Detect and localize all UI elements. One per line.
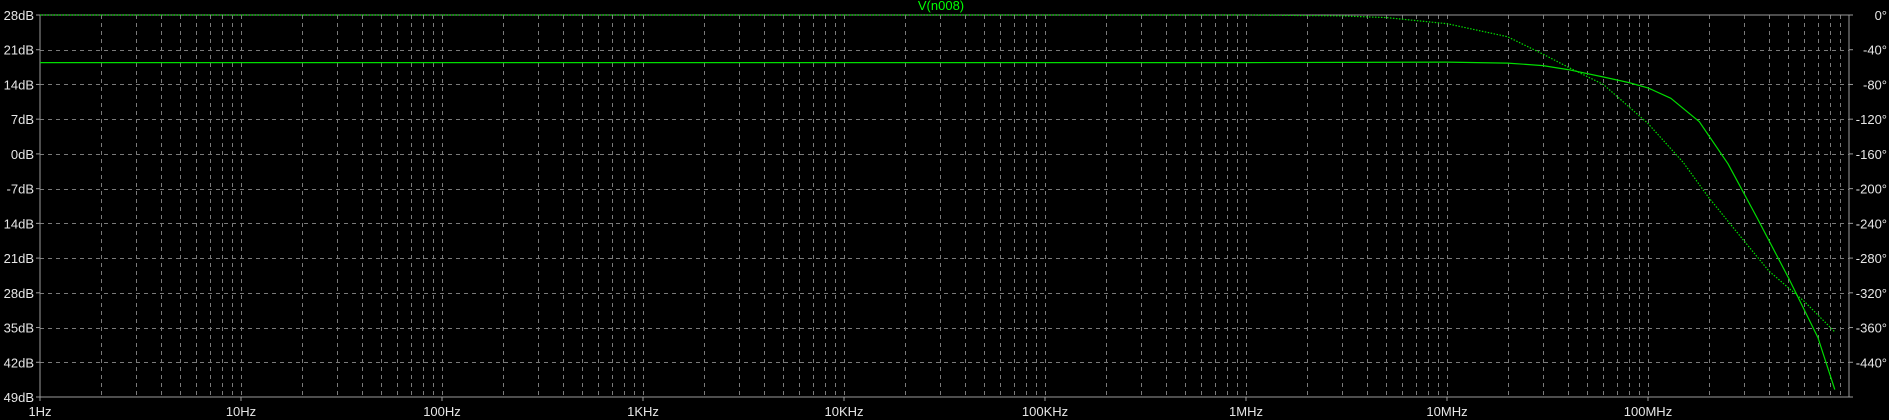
y-left-tick-label: 0dB	[11, 147, 34, 162]
y-left-tick-label: 14dB	[4, 77, 34, 92]
x-tick-label: 100KHz	[1022, 404, 1068, 419]
y-left-tick-label: 28dB	[4, 8, 34, 23]
y-left-tick-label: -7dB	[7, 182, 34, 197]
y-left-tick-label: 49dB	[4, 390, 34, 405]
x-tick-label: 100Hz	[423, 404, 461, 419]
y-right-tick-label: -440°	[1856, 355, 1887, 370]
chart-title[interactable]: V(n008)	[918, 0, 964, 13]
x-tick-label: 10Hz	[226, 404, 256, 419]
y-right-tick-label: 0°	[1875, 8, 1887, 23]
x-tick-label: 100MHz	[1624, 404, 1672, 419]
y-right-tick-label: -200°	[1856, 182, 1887, 197]
y-right-tick-label: -160°	[1856, 147, 1887, 162]
y-right-tick-label: -360°	[1856, 321, 1887, 336]
bode-plot-window: 28dB 21dB 14dB 7dB 0dB -7dB 14dB 21dB 28dB 35dB 42…	[0, 0, 1889, 420]
x-tick-label: 1KHz	[627, 404, 659, 419]
y-right-tick-label: -40°	[1863, 43, 1887, 58]
x-tick-label: 1MHz	[1229, 404, 1263, 419]
y-right-tick-label: -320°	[1856, 286, 1887, 301]
x-tick-label: 10KHz	[824, 404, 863, 419]
y-left-tick-label: 7dB	[11, 112, 34, 127]
y-left-tick-label: 21dB	[4, 43, 34, 58]
y-right-tick-label: -280°	[1856, 251, 1887, 266]
x-tick-label: 10MHz	[1426, 404, 1467, 419]
x-tick-label: 1Hz	[28, 404, 51, 419]
bode-plot-svg: 28dB 21dB 14dB 7dB 0dB -7dB 14dB 21dB 28dB 35dB 42…	[0, 0, 1889, 420]
y-right-tick-label: -120°	[1856, 112, 1887, 127]
y-left-tick-label: 28dB	[4, 286, 34, 301]
y-left-tick-label: 42dB	[4, 355, 34, 370]
y-left-tick-label: 14dB	[4, 216, 34, 231]
y-left-tick-label: 35dB	[4, 321, 34, 336]
y-right-tick-label: -240°	[1856, 216, 1887, 231]
y-left-tick-label: 21dB	[4, 251, 34, 266]
y-right-tick-label: -80°	[1863, 77, 1887, 92]
